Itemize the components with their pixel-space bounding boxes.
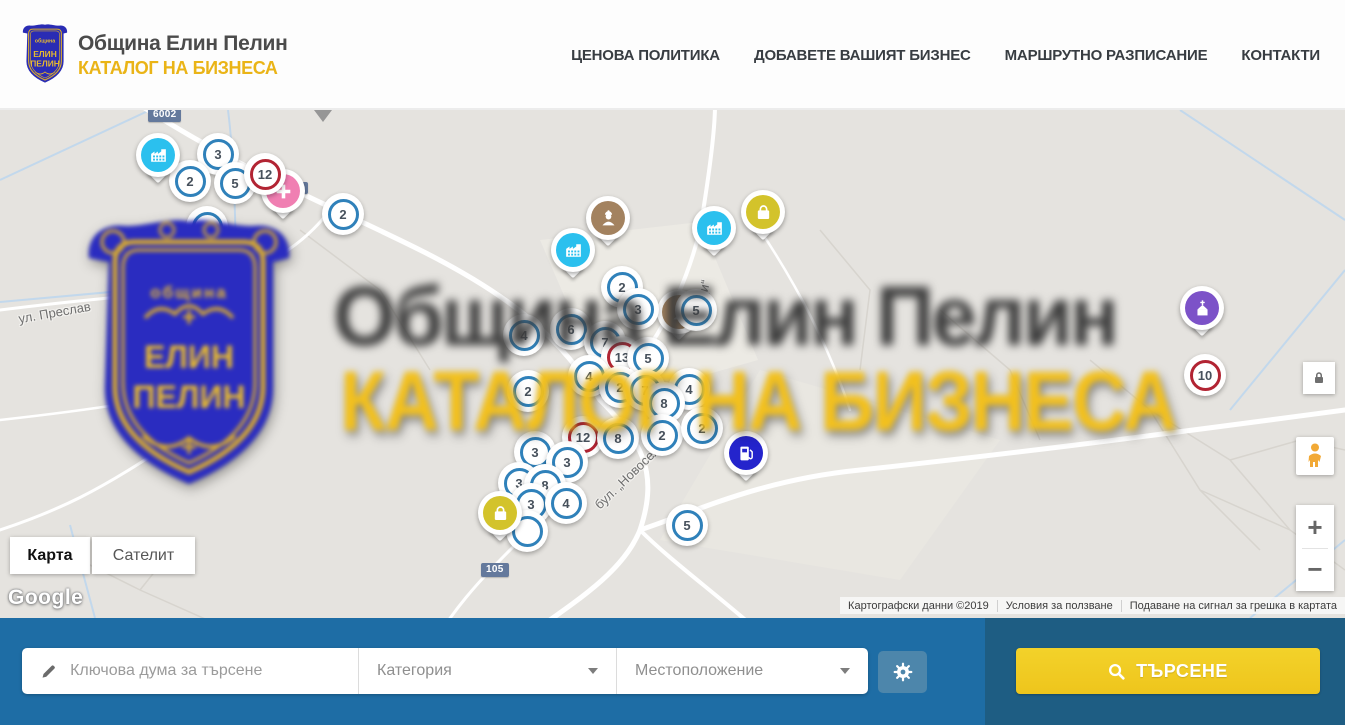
watermark-subtitle: КАТАЛОГ НА БИЗНЕСА xyxy=(340,353,1176,450)
search-button-label: ТЪРСЕНЕ xyxy=(1136,661,1228,682)
map-type-map-button[interactable]: Карта xyxy=(10,537,90,574)
watermark-crest-name1: ЕЛИН xyxy=(144,339,234,375)
cluster-count: 5 xyxy=(683,518,690,533)
gear-icon xyxy=(891,660,915,684)
google-logo[interactable]: Google xyxy=(8,586,83,610)
municipality-crest-icon: община ЕЛИН ПЕЛИН xyxy=(22,23,68,87)
watermark-crest-name2: ПЕЛИН xyxy=(133,379,246,415)
cluster-marker[interactable]: 5 xyxy=(666,504,708,546)
zoom-control: + − xyxy=(1296,505,1334,591)
crest-name1: ЕЛИН xyxy=(33,49,57,59)
factory-icon xyxy=(697,211,731,245)
nav-item-add-business[interactable]: ДОБАВЕТЕ ВАШИЯТ БИЗНЕС xyxy=(754,47,971,64)
nav-item-pricing[interactable]: ЦЕНОВА ПОЛИТИКА xyxy=(571,47,720,64)
pegman-icon xyxy=(1304,443,1326,469)
pin-marker-worker[interactable] xyxy=(586,196,630,254)
bag-icon xyxy=(746,195,780,229)
search-button[interactable]: ТЪРСЕНЕ xyxy=(1016,648,1320,694)
pin-marker-church[interactable] xyxy=(1180,286,1224,344)
attribution-copyright: Картографски данни ©2019 xyxy=(840,600,997,612)
road-label: 105 xyxy=(481,563,509,577)
pin-marker-bag[interactable] xyxy=(741,190,785,248)
map-attribution: Картографски данни ©2019Условия за ползв… xyxy=(840,597,1345,614)
cluster-count: 3 xyxy=(563,455,570,470)
cluster-marker[interactable]: 12 xyxy=(244,153,286,195)
search-bar: Категория Местоположение xyxy=(0,618,1345,725)
search-icon xyxy=(1108,663,1125,680)
cluster-marker[interactable]: 4 xyxy=(545,482,587,524)
cluster-count: 10 xyxy=(1198,368,1212,383)
location-select-label: Местоположение xyxy=(635,662,763,680)
watermark-title: Община Елин Пелин xyxy=(333,268,1116,365)
worker-icon xyxy=(591,201,625,235)
cluster-count: 12 xyxy=(258,167,272,182)
page: община ЕЛИН ПЕЛИН Община Елин Пелин КАТА… xyxy=(0,0,1345,725)
lock-icon xyxy=(1311,370,1327,386)
site-logo[interactable]: община ЕЛИН ПЕЛИН Община Елин Пелин КАТА… xyxy=(22,23,288,87)
crest-top-text: община xyxy=(35,37,55,44)
main-nav: ЦЕНОВА ПОЛИТИКА ДОБАВЕТЕ ВАШИЯТ БИЗНЕС МАР… xyxy=(571,0,1320,110)
cluster-count: 5 xyxy=(231,176,238,191)
chevron-down-icon xyxy=(588,668,598,674)
keyword-input[interactable] xyxy=(70,662,342,680)
category-select[interactable]: Категория xyxy=(358,648,616,694)
attribution-link[interactable]: Условия за ползване xyxy=(997,600,1121,612)
pin-marker-bag[interactable] xyxy=(478,491,522,549)
factory-icon xyxy=(556,233,590,267)
factory-icon xyxy=(141,138,175,172)
cropped-marker-tip xyxy=(314,110,332,122)
map-type-control: Карта Сателит xyxy=(10,537,195,574)
lock-control-button[interactable] xyxy=(1303,362,1335,394)
zoom-divider xyxy=(1302,548,1328,549)
header: община ЕЛИН ПЕЛИН Община Елин Пелин КАТА… xyxy=(0,0,1345,110)
category-select-label: Категория xyxy=(377,662,452,680)
site-subtitle: КАТАЛОГ НА БИЗНЕСА xyxy=(78,58,288,79)
nav-item-contacts[interactable]: КОНТАКТИ xyxy=(1241,47,1320,64)
cluster-count: 4 xyxy=(562,496,569,511)
road-label: 6002 xyxy=(148,110,181,122)
church-icon xyxy=(1185,291,1219,325)
location-select[interactable]: Местоположение xyxy=(616,648,868,694)
keyword-field xyxy=(22,648,358,694)
cluster-marker[interactable]: 2 xyxy=(322,193,364,235)
watermark-crest: община ЕЛИН ПЕЛИН xyxy=(85,218,293,500)
zoom-out-button[interactable]: − xyxy=(1296,553,1334,585)
pin-marker-factory[interactable] xyxy=(692,206,736,264)
site-title: Община Елин Пелин xyxy=(78,32,288,56)
attribution-link[interactable]: Подаване на сигнал за грешка в картата xyxy=(1121,600,1345,612)
pencil-icon xyxy=(40,662,57,681)
map-canvas[interactable]: 6002105 ул. Преславбул. „Новоселци“ 3251… xyxy=(0,110,1345,618)
cluster-count: 2 xyxy=(186,174,193,189)
pegman-button[interactable] xyxy=(1296,437,1334,475)
watermark-crest-top: община xyxy=(150,283,227,302)
map-type-satellite-button[interactable]: Сателит xyxy=(92,537,195,574)
zoom-in-button[interactable]: + xyxy=(1296,511,1334,543)
pin-marker-factory[interactable] xyxy=(136,133,180,191)
cluster-count: 2 xyxy=(339,207,346,222)
advanced-settings-button[interactable] xyxy=(878,651,927,693)
bag-icon xyxy=(483,496,517,530)
crest-name2: ПЕЛИН xyxy=(30,58,60,68)
search-fields: Категория Местоположение xyxy=(22,648,868,694)
chevron-down-icon xyxy=(840,668,850,674)
nav-item-schedule[interactable]: МАРШРУТНО РАЗПИСАНИЕ xyxy=(1005,47,1208,64)
cluster-marker[interactable]: 10 xyxy=(1184,354,1226,396)
cluster-count: 3 xyxy=(214,147,221,162)
